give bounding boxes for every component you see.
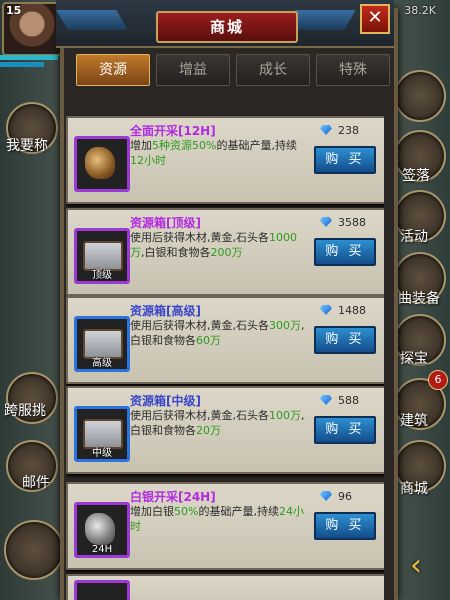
buy-button[interactable]: 购 买 (314, 512, 376, 540)
item-price: 96 (320, 490, 352, 503)
player-avatar[interactable]: 15 (2, 2, 62, 56)
item-price: 238 (320, 124, 359, 137)
sidebar-right-label-2: 活动 (400, 229, 428, 245)
buy-button[interactable]: 购 买 (314, 326, 376, 354)
item-name: 白银开采[24H] (130, 490, 216, 504)
item-name: 资源箱[顶级] (130, 216, 201, 230)
notification-badge: 6 (428, 370, 448, 390)
exp-bar (0, 62, 44, 67)
gem-icon (320, 395, 332, 405)
mining-icon (74, 136, 130, 192)
shop-item: 高级 资源箱[高级] 使用后获得木材,黄金,石头各300万,白银和食物各60万 … (66, 296, 384, 384)
gem-icon (320, 125, 332, 135)
shop-item-partial (66, 574, 384, 600)
shop-item-list[interactable]: 全面开采[12H] 增加5种资源50%的基础产量,持续12小时 238 购 买 … (66, 100, 384, 600)
silver-ore-icon: 24H (74, 502, 130, 558)
item-description: 增加白银50%的基础产量,持续24小时 (130, 505, 304, 533)
item-tier-tag: 中级 (92, 448, 112, 459)
tab-resources[interactable]: 资源 (76, 54, 150, 86)
tab-growth[interactable]: 成长 (236, 54, 310, 86)
tab-special[interactable]: 特殊 (316, 54, 390, 86)
item-icon (74, 580, 130, 600)
shop-item: 全面开采[12H] 增加5种资源50%的基础产量,持续12小时 238 购 买 (66, 116, 384, 204)
item-tier-tag: 顶级 (92, 270, 112, 281)
sidebar-right-label-3: 曲装备 (398, 291, 440, 307)
buy-button[interactable]: 购 买 (314, 238, 376, 266)
sidebar-left-label-1: 我要称 (6, 138, 48, 154)
sidebar-right-label-4: 探宝 (400, 351, 428, 367)
shop-tabs: 资源 增益 成长 特殊 (70, 54, 390, 88)
player-bars (0, 55, 60, 69)
item-name: 资源箱[高级] (130, 304, 201, 318)
item-price: 3588 (320, 216, 366, 229)
item-tier-tag: 高级 (92, 358, 112, 369)
left-sidebar-bg (0, 0, 62, 600)
shop-title: 商城 (156, 11, 298, 43)
collapse-arrow-icon[interactable]: ‹ (410, 548, 422, 583)
item-description: 使用后获得木材,黄金,石头各100万,白银和食物各20万 (130, 409, 305, 437)
sidebar-right-btn-0[interactable] (394, 70, 446, 122)
item-name: 全面开采[12H] (130, 124, 216, 138)
item-description: 使用后获得木材,黄金,石头各1000万,白银和食物各200万 (130, 231, 297, 259)
player-level: 15 (6, 4, 22, 17)
map-button[interactable] (4, 520, 64, 580)
buy-button[interactable]: 购 买 (314, 146, 376, 174)
gem-icon (320, 491, 332, 501)
buy-button[interactable]: 购 买 (314, 416, 376, 444)
gem-icon (320, 305, 332, 315)
banner-left-decoration (56, 10, 128, 30)
item-price: 1488 (320, 304, 366, 317)
tab-boost[interactable]: 增益 (156, 54, 230, 86)
close-icon[interactable]: ✕ (360, 4, 390, 34)
sidebar-right-label-6: 商城 (400, 481, 428, 497)
gem-icon (320, 217, 332, 227)
shop-header: 商城 ✕ (56, 0, 394, 48)
sidebar-right-label-1: 签落 (402, 168, 430, 184)
sidebar-left-label-3: 邮件 (22, 475, 50, 491)
shop-item: 中级 资源箱[中级] 使用后获得木材,黄金,石头各100万,白银和食物各20万 … (66, 386, 384, 474)
item-description: 增加5种资源50%的基础产量,持续12小时 (130, 139, 297, 167)
item-name: 资源箱[中级] (130, 394, 201, 408)
item-price: 588 (320, 394, 359, 407)
sidebar-right-label-5: 建筑 (400, 413, 428, 429)
item-description: 使用后获得木材,黄金,石头各300万,白银和食物各60万 (130, 319, 305, 347)
shop-item: 顶级 资源箱[顶级] 使用后获得木材,黄金,石头各1000万,白银和食物各200… (66, 208, 384, 296)
shop-item: 24H 白银开采[24H] 增加白银50%的基础产量,持续24小时 96 购 买 (66, 482, 384, 570)
chest-icon: 高级 (74, 316, 130, 372)
resource-readout: 38.2K (404, 4, 436, 17)
chest-icon: 顶级 (74, 228, 130, 284)
item-tier-tag: 24H (91, 544, 113, 555)
energy-bar (0, 55, 58, 60)
chest-icon: 中级 (74, 406, 130, 462)
sidebar-left-label-2: 跨服挑 (4, 403, 46, 419)
